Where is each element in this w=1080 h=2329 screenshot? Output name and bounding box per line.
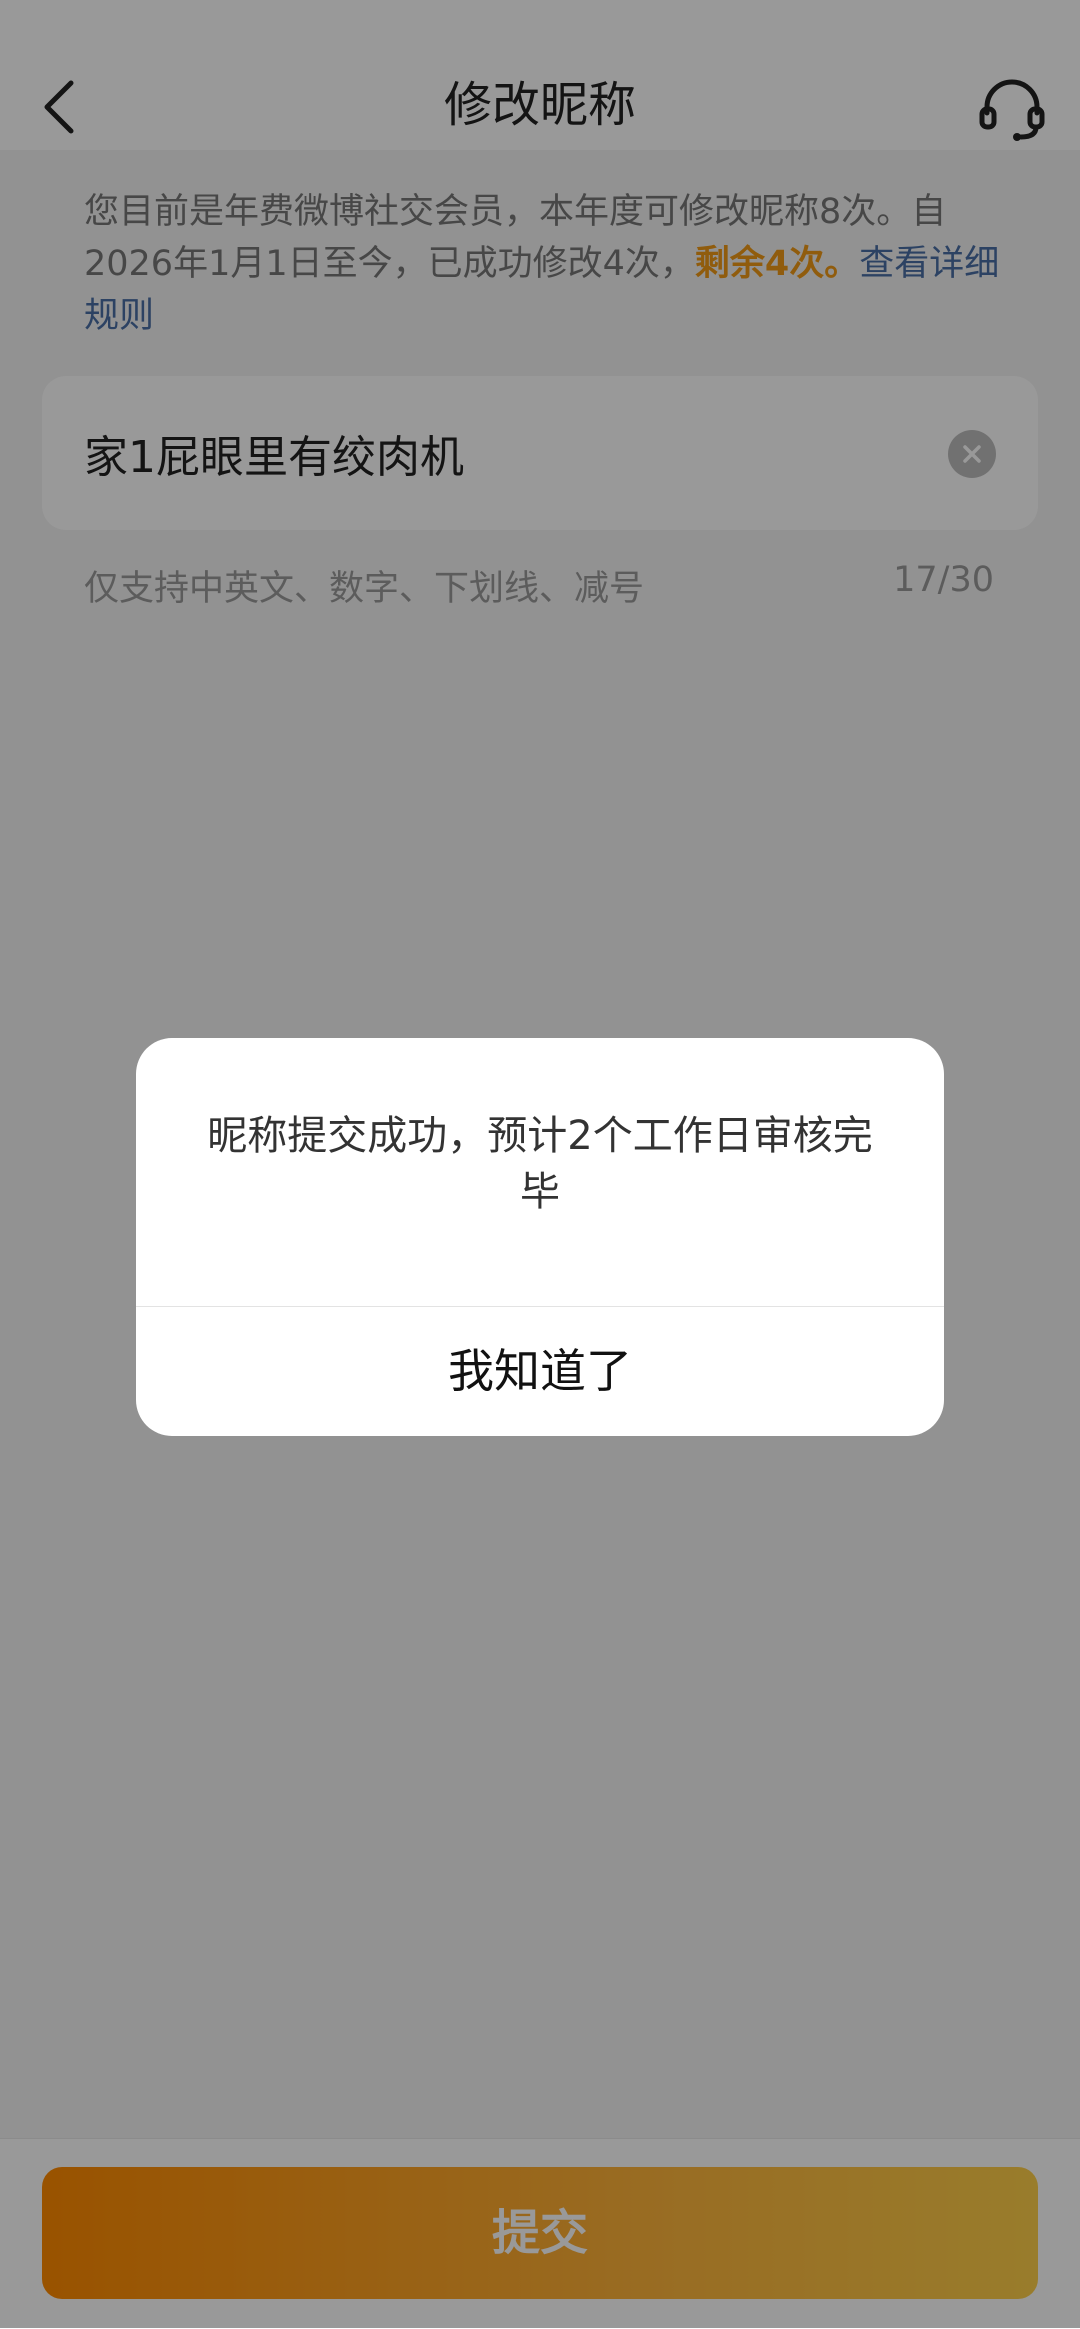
- success-dialog: 昵称提交成功，预计2个工作日审核完毕 我知道了: [136, 1038, 944, 1436]
- confirm-button[interactable]: 我知道了: [136, 1307, 944, 1436]
- dialog-message: 昵称提交成功，预计2个工作日审核完毕: [207, 1113, 873, 1215]
